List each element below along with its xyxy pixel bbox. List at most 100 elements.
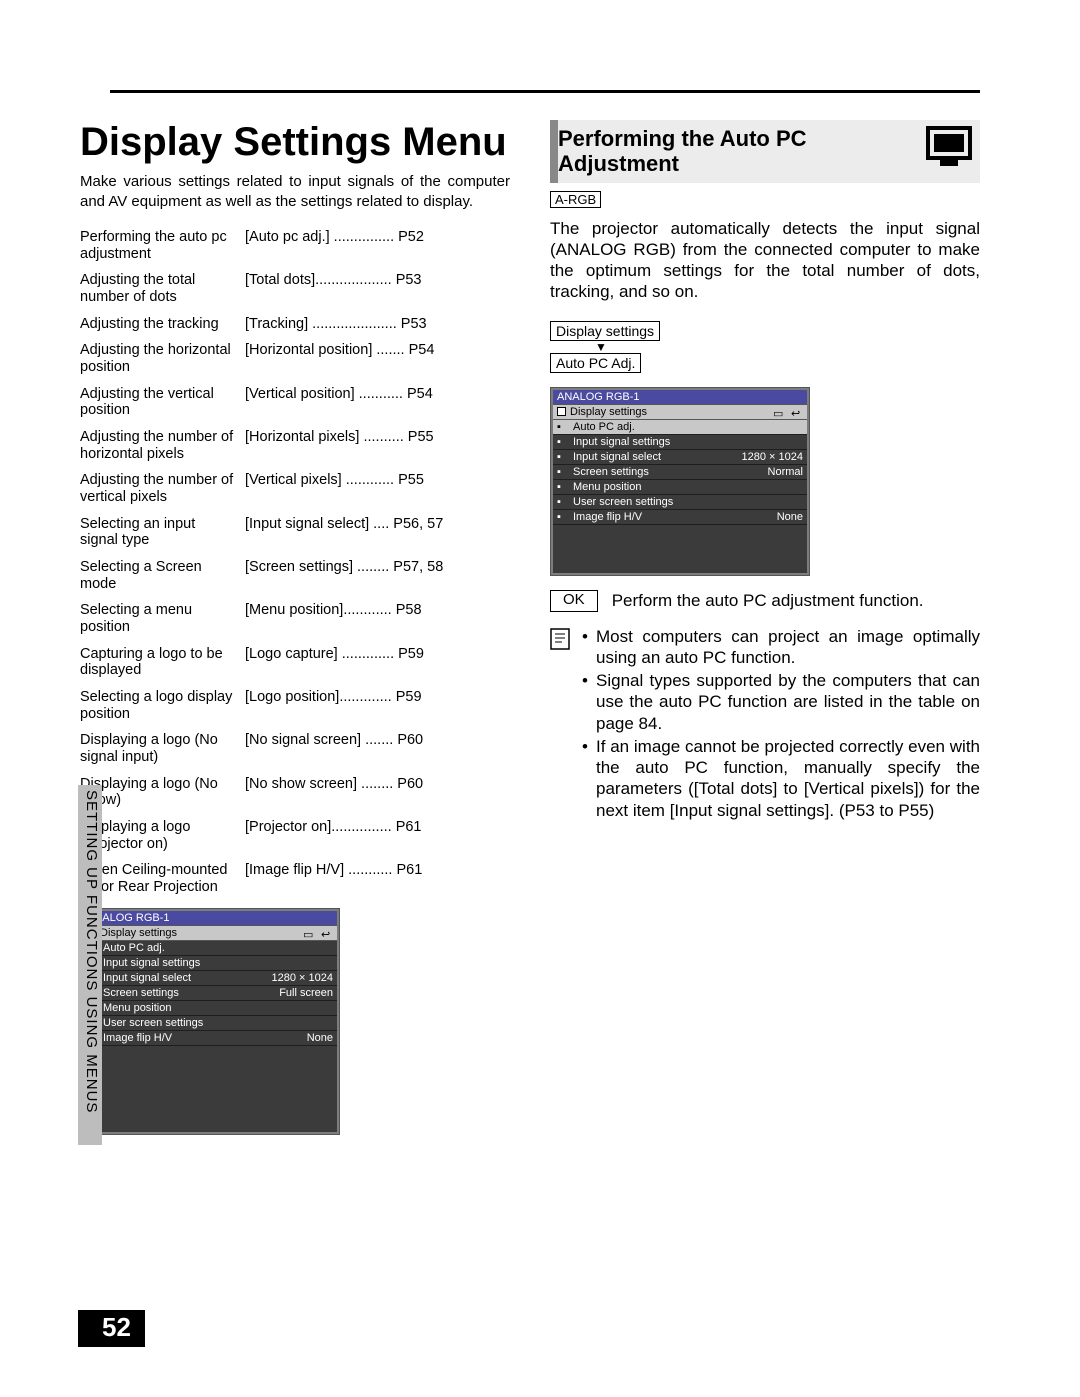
toc-desc: Selecting a Screen mode (80, 559, 245, 592)
toc-list: Performing the auto pc adjustment[Auto p… (80, 229, 510, 896)
section-heading: Performing the Auto PC Adjustment (558, 126, 916, 177)
page-title: Display Settings Menu (80, 120, 510, 164)
menu-row: ▪Menu position (83, 1001, 337, 1016)
row-label: Screen settings (103, 987, 279, 999)
toc-ref: [Horizontal position] ....... P54 (245, 342, 510, 375)
toc-row: Displaying a logo (Projector on)[Project… (80, 819, 510, 852)
toc-desc: Selecting an input signal type (80, 516, 245, 549)
toc-row: Performing the auto pc adjustment[Auto p… (80, 229, 510, 262)
menushot-header: Display settings ▭ ↩ (83, 925, 337, 941)
row-icon: ▪ (557, 496, 569, 508)
menushot2-header-label: Display settings (570, 406, 647, 418)
menu-row: ▪ Input signal select1280 × 1024 (553, 450, 807, 465)
row-label: Input signal select (103, 972, 272, 984)
toc-row: Adjusting the horizontal position[Horizo… (80, 342, 510, 375)
toc-desc: Selecting a menu position (80, 602, 245, 635)
arrow-down-icon: ▼ (550, 341, 980, 353)
ok-label: OK (563, 591, 585, 610)
menushot2-title: ANALOG RGB-1 (553, 390, 807, 404)
toc-desc: Selecting a logo display position (80, 689, 245, 722)
row-label: User screen settings (573, 496, 803, 508)
ok-description: Perform the auto PC adjustment function. (612, 590, 924, 612)
toc-row: Displaying a logo (No Show)[No show scre… (80, 776, 510, 809)
return-icon: ↩ (791, 407, 803, 417)
row-value: 1280 × 1024 (742, 451, 803, 463)
toc-ref: [Projector on]............... P61 (245, 819, 510, 852)
menu-row: ▪User screen settings (83, 1016, 337, 1031)
menushot-title: ANALOG RGB-1 (83, 911, 337, 925)
toc-desc: Adjusting the number of vertical pixels (80, 472, 245, 505)
row-label: Input signal select (573, 451, 742, 463)
square-icon (557, 407, 566, 416)
row-label: Input signal settings (103, 957, 333, 969)
toc-row: Capturing a logo to be displayed[Logo ca… (80, 646, 510, 679)
projector-icon: ▭ (773, 407, 785, 417)
note-item: If an image cannot be projected correctl… (582, 736, 980, 821)
signal-badge: A-RGB (550, 191, 601, 208)
note-item: Signal types supported by the computers … (582, 670, 980, 734)
toc-ref: [Input signal select] .... P56, 57 (245, 516, 510, 549)
breadcrumb-step1: Display settings (550, 321, 660, 341)
toc-row: Selecting an input signal type[Input sig… (80, 516, 510, 549)
top-rule (110, 90, 980, 93)
menu-row: ▪Image flip H/VNone (553, 510, 807, 525)
row-icon: ▪ (557, 436, 569, 448)
note-item: Most computers can project an image opti… (582, 626, 980, 669)
toc-ref: [Logo position]............. P59 (245, 689, 510, 722)
row-label: Auto PC adj. (573, 421, 803, 433)
toc-row: Displaying a logo (No signal input)[No s… (80, 732, 510, 765)
menu-row: ▪Input signal settings (83, 956, 337, 971)
breadcrumb-step2: Auto PC Adj. (550, 353, 641, 373)
toc-row: Adjusting the total number of dots[Total… (80, 272, 510, 305)
menushot-header-label: Display settings (100, 927, 177, 939)
toc-ref: [Auto pc adj.] ............... P52 (245, 229, 510, 262)
toc-row: Selecting a logo display position[Logo p… (80, 689, 510, 722)
row-icon: ▪ (557, 466, 569, 478)
menu-row: ▪ Auto PC adj. (553, 420, 807, 435)
row-label: Auto PC adj. (103, 942, 333, 954)
toc-ref: [Vertical position] ........... P54 (245, 386, 510, 419)
menu-row: ▪Menu position (553, 480, 807, 495)
toc-row: Adjusting the vertical position[Vertical… (80, 386, 510, 419)
toc-desc: Displaying a logo (Projector on) (80, 819, 245, 852)
toc-row: Selecting a Screen mode[Screen settings]… (80, 559, 510, 592)
toc-desc: Adjusting the horizontal position (80, 342, 245, 375)
toc-desc: Displaying a logo (No Show) (80, 776, 245, 809)
toc-ref: [No show screen] ........ P60 (245, 776, 510, 809)
toc-ref: [Menu position]............ P58 (245, 602, 510, 635)
menu-row: ▪Auto PC adj. (83, 941, 337, 956)
return-icon: ↩ (321, 928, 333, 938)
toc-desc: Adjusting the tracking (80, 316, 245, 333)
toc-row: Selecting a menu position[Menu position]… (80, 602, 510, 635)
menu-screenshot-left: ANALOG RGB-1 Display settings ▭ ↩ ▪Auto … (80, 908, 340, 1135)
row-value: Normal (768, 466, 803, 478)
section-body: The projector automatically detects the … (550, 218, 980, 303)
monitor-icon (926, 126, 972, 168)
toc-desc: Performing the auto pc adjustment (80, 229, 245, 262)
menu-row: ▪ Input signal settings (553, 435, 807, 450)
row-icon: ▪ (557, 511, 569, 523)
note-icon (550, 626, 572, 823)
toc-ref: [Total dots]................... P53 (245, 272, 510, 305)
page-number: 52 (78, 1310, 145, 1347)
toc-ref: [Screen settings] ........ P57, 58 (245, 559, 510, 592)
menu-screenshot-right: ANALOG RGB-1 Display settings ▭ ↩ ▪ Auto … (550, 387, 810, 576)
projector-icon: ▭ (303, 928, 315, 938)
row-value: Full screen (279, 987, 333, 999)
toc-ref: [Image flip H/V] ........... P61 (245, 862, 510, 895)
row-icon: ▪ (557, 451, 569, 463)
toc-ref: [Vertical pixels] ............ P55 (245, 472, 510, 505)
ok-button[interactable]: OK (550, 590, 598, 612)
toc-row: Adjusting the number of vertical pixels[… (80, 472, 510, 505)
toc-ref: [Horizontal pixels] .......... P55 (245, 429, 510, 462)
menu-row: ▪ User screen settings (553, 495, 807, 510)
menu-row: ▪ Screen settingsNormal (553, 465, 807, 480)
toc-ref: [Logo capture] ............. P59 (245, 646, 510, 679)
row-label: Menu position (573, 481, 803, 493)
row-icon: ▪ (557, 421, 569, 433)
breadcrumb: Display settings ▼ Auto PC Adj. (550, 321, 980, 373)
row-label: User screen settings (103, 1017, 333, 1029)
row-label: Input signal settings (573, 436, 803, 448)
menu-row: ▪Screen settingsFull screen (83, 986, 337, 1001)
row-label: Screen settings (573, 466, 768, 478)
